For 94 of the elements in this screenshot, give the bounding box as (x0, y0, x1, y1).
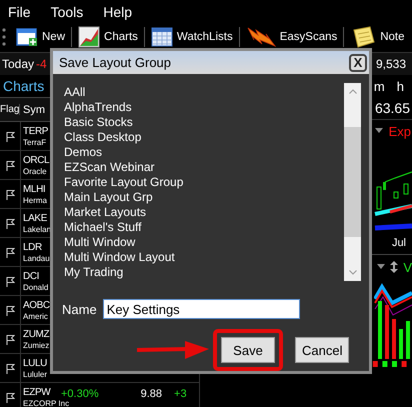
dialog-title: Save Layout Group (59, 55, 172, 70)
price-label: 63.65 (374, 100, 410, 116)
company-name: Zumiez (23, 340, 50, 350)
moving-average-line (384, 171, 412, 183)
company-name: Landau (23, 254, 50, 264)
chart-icon (78, 26, 100, 48)
menu-item[interactable]: Tools (50, 4, 84, 20)
list-item[interactable]: Multi Window Layout (64, 250, 344, 265)
flag-icon[interactable] (6, 276, 14, 286)
company-name: Donald (23, 282, 48, 292)
company-name: Americ (23, 312, 48, 322)
study-label: Exp (388, 124, 411, 138)
flag-icon[interactable] (6, 392, 14, 402)
timeframe-tab[interactable]: m (374, 78, 385, 94)
indicator-line (374, 289, 412, 308)
toolbar-button[interactable]: WatchLists (148, 27, 235, 47)
net-change-cell: +3 (174, 388, 187, 400)
list-item[interactable]: Favorite Layout Group (64, 175, 344, 190)
ticker-label: Today (2, 57, 34, 71)
symbol-text: MLHI (23, 182, 46, 196)
symbol-text: DCI (23, 270, 40, 282)
flag-icon[interactable] (6, 304, 14, 316)
candlestick (404, 184, 408, 194)
column-header[interactable]: Sym (20, 104, 45, 116)
candlestick (394, 192, 398, 198)
menu-item[interactable]: Help (103, 4, 132, 20)
close-button[interactable]: X (349, 54, 367, 72)
dialog-button[interactable]: Cancel (295, 337, 349, 363)
panel-title: Charts (2, 77, 44, 96)
candlestick (376, 186, 382, 210)
list-item[interactable]: Demos (64, 145, 344, 160)
symbol-text: EZPW (23, 386, 50, 398)
pointer-arrow (137, 340, 209, 360)
flag-icon[interactable] (6, 362, 14, 374)
histogram-bar (399, 329, 403, 359)
flag-icon[interactable] (6, 130, 14, 142)
axis-label: Jul (392, 237, 406, 249)
list-item[interactable]: Michael's Stuff (64, 220, 344, 235)
symbol-text: LULU (23, 356, 47, 370)
list-item[interactable]: AAll (64, 85, 344, 100)
company-name: EZCORP Inc (23, 398, 70, 407)
grip-icon (2, 26, 6, 48)
flag-icon[interactable] (6, 218, 14, 228)
name-label: Name (62, 302, 97, 316)
symbol-text: ZUMZ (23, 328, 50, 340)
histogram-bar (378, 301, 382, 359)
histogram-bar (392, 319, 396, 359)
lightning-icon (246, 26, 276, 48)
company-name: Lululer (23, 370, 48, 380)
grid-icon (150, 27, 173, 47)
list-item[interactable]: Class Desktop (64, 130, 344, 145)
list-item[interactable]: Main Layout Grp (64, 190, 344, 205)
company-name: TerraF (23, 138, 46, 148)
symbol-text: AOBC (23, 298, 50, 312)
dropdown-icon[interactable] (377, 264, 386, 270)
study-label: V (403, 260, 412, 274)
company-name: Oracle (23, 166, 47, 176)
flag-icon[interactable] (6, 334, 14, 344)
symbol-text: LAKE (23, 212, 47, 224)
toolbar-button[interactable]: New (14, 27, 68, 47)
flag-icon[interactable] (6, 246, 14, 258)
ticker-value: 9,533 (376, 57, 406, 71)
symbol-text: TERP (23, 124, 48, 138)
list-item[interactable]: Basic Stocks (64, 115, 344, 130)
change-cell: +0.30% (61, 388, 99, 400)
histogram-bar (406, 321, 410, 359)
flag-icon[interactable] (6, 160, 14, 170)
new-window-icon (16, 27, 38, 47)
list-item[interactable]: EZScan Webinar (64, 160, 344, 175)
list-item[interactable]: Market Layouts (64, 205, 344, 220)
company-name: Lakelan (23, 224, 52, 234)
symbol-text: ORCL (23, 154, 50, 166)
dialog-button[interactable]: Save (221, 337, 275, 363)
timeframe-tab[interactable]: h (396, 78, 404, 94)
company-name: Herma (23, 196, 48, 206)
ticker-change: -4 (36, 57, 47, 71)
column-header[interactable]: Flag (0, 104, 20, 115)
histogram-bar (385, 305, 389, 359)
list-item[interactable]: Multi Window (64, 235, 344, 250)
menu-item[interactable]: File (8, 4, 31, 20)
name-field[interactable]: Key Settings (102, 299, 300, 319)
price-cell: 9.88 (140, 388, 162, 400)
toolbar-button[interactable]: EasyScans (244, 26, 340, 48)
flag-icon[interactable] (6, 188, 14, 200)
list-item[interactable]: My Trading (64, 265, 344, 280)
list-item[interactable]: AlphaTrends (64, 100, 344, 115)
toolbar-button[interactable]: Charts (76, 26, 140, 48)
indicator-line (374, 283, 412, 306)
resize-icon[interactable] (390, 261, 398, 273)
dropdown-icon[interactable] (374, 128, 383, 134)
indicator-line (374, 296, 412, 316)
symbol-text: LDR (23, 240, 42, 254)
indicator-line (374, 224, 412, 230)
toolbar-button[interactable]: Note (348, 26, 407, 48)
